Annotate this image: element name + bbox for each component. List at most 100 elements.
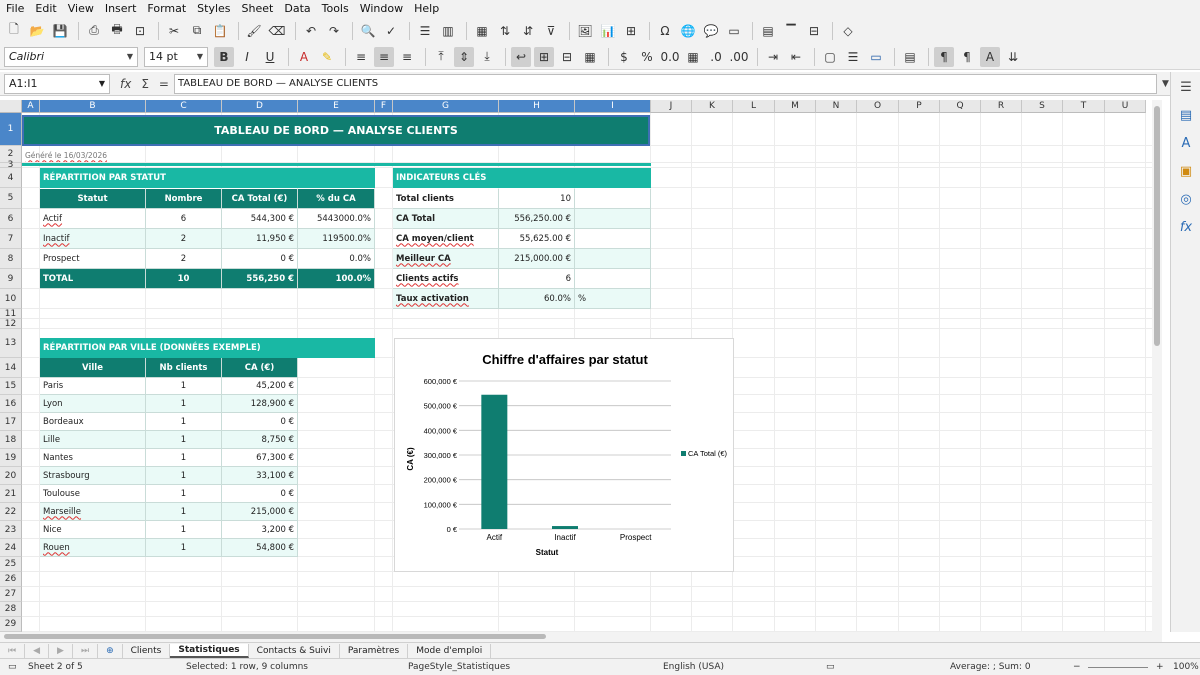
column-header-d[interactable]: D <box>222 100 298 113</box>
column-icon[interactable]: ▥ <box>438 21 458 41</box>
city-header-cell[interactable]: CA (€) <box>222 358 298 378</box>
row-header-10[interactable]: 10 <box>0 289 22 309</box>
column-header-a[interactable]: A <box>22 100 40 113</box>
clone-formatting-icon[interactable]: 🖌 <box>244 21 264 41</box>
city-cell[interactable]: 128,900 € <box>222 395 298 413</box>
revenue-chart[interactable]: Chiffre d'affaires par statut 0 € 100,000 … <box>394 338 734 572</box>
status-total-cell[interactable]: 100.0% <box>298 269 375 289</box>
city-cell[interactable]: 1 <box>146 521 222 539</box>
status-cell[interactable]: 544,300 € <box>222 209 298 229</box>
page-style[interactable]: PageStyle_Statistiques <box>408 662 510 672</box>
status-total-cell[interactable]: TOTAL <box>40 269 146 289</box>
city-header-cell[interactable]: Ville <box>40 358 146 378</box>
row-header-14[interactable]: 14 <box>0 358 22 378</box>
merge-center-icon[interactable]: ⊞ <box>534 46 554 67</box>
save-icon[interactable]: 💾 <box>50 21 70 41</box>
menu-item-styles[interactable]: Styles <box>192 2 235 15</box>
row-header-19[interactable]: 19 <box>0 449 22 467</box>
row-header-17[interactable]: 17 <box>0 413 22 431</box>
city-cell[interactable]: 1 <box>146 467 222 485</box>
status-cell[interactable]: 5443000.0% <box>298 209 375 229</box>
align-center-icon[interactable]: ≡ <box>374 46 394 67</box>
insert-image-icon[interactable]: 🖼 <box>575 21 595 41</box>
kpi-cell[interactable]: Meilleur CA <box>393 249 499 269</box>
last-sheet-icon[interactable]: ⏭ <box>73 643 99 658</box>
delete-decimal-icon[interactable]: .00 <box>729 47 749 67</box>
horizontal-scroll-thumb[interactable] <box>4 634 546 639</box>
print-preview-icon[interactable]: ⊡ <box>130 21 150 41</box>
row-header-1[interactable]: 1 <box>0 113 22 146</box>
text-vertical-icon[interactable]: A <box>980 46 1000 67</box>
kpi-cell[interactable] <box>575 269 651 289</box>
city-cell[interactable]: 8,750 € <box>222 431 298 449</box>
text-vertical-rtl-icon[interactable]: ⇊ <box>1003 47 1023 67</box>
city-cell[interactable]: Bordeaux <box>40 413 146 431</box>
column-header-o[interactable]: O <box>857 100 899 113</box>
percent-format-icon[interactable]: % <box>637 47 657 67</box>
column-header-j[interactable]: J <box>651 100 692 113</box>
spelling-icon[interactable]: ✓ <box>381 21 401 41</box>
column-header-h[interactable]: H <box>499 100 575 113</box>
row-header-26[interactable]: 26 <box>0 572 22 587</box>
row-header-13[interactable]: 13 <box>0 329 22 358</box>
kpi-cell[interactable]: CA moyen/client <box>393 229 499 249</box>
kpi-cell[interactable]: 10 <box>499 189 575 209</box>
status-cell[interactable]: 0.0% <box>298 249 375 269</box>
sheet-tab-3[interactable]: Paramètres <box>340 643 409 658</box>
status-cell[interactable]: 11,950 € <box>222 229 298 249</box>
wrap-text-icon[interactable]: ↩ <box>511 46 531 67</box>
borders-icon[interactable]: ▢ <box>820 47 840 67</box>
kpi-cell[interactable]: 556,250.00 € <box>499 209 575 229</box>
city-cell[interactable]: 1 <box>146 413 222 431</box>
row-header-11[interactable]: 11 <box>0 309 22 319</box>
merge-cells-icon[interactable]: ▦ <box>580 47 600 67</box>
column-header-n[interactable]: N <box>816 100 857 113</box>
chevron-down-icon[interactable]: ▼ <box>197 52 203 61</box>
row-header-27[interactable]: 27 <box>0 587 22 602</box>
currency-format-icon[interactable]: $ <box>614 47 634 67</box>
sort-ascending-icon[interactable]: ⇅ <box>495 21 515 41</box>
status-total-cell[interactable]: 10 <box>146 269 222 289</box>
draw-shapes-icon[interactable]: ◇ <box>838 21 858 41</box>
column-header-p[interactable]: P <box>899 100 940 113</box>
vertical-scrollbar[interactable] <box>1152 100 1162 632</box>
export-pdf-icon[interactable]: ⎙ <box>84 21 104 41</box>
city-cell[interactable]: 0 € <box>222 413 298 431</box>
navigator-icon[interactable]: ◎ <box>1177 190 1195 208</box>
row-icon[interactable]: ☰ <box>415 21 435 41</box>
insert-pivot-icon[interactable]: ⊞ <box>621 21 641 41</box>
column-header-e[interactable]: E <box>298 100 375 113</box>
status-total-cell[interactable]: 556,250 € <box>222 269 298 289</box>
function-wizard-icon[interactable]: fx <box>120 77 131 91</box>
column-header-t[interactable]: T <box>1063 100 1105 113</box>
kpi-cell[interactable] <box>575 209 651 229</box>
align-right-icon[interactable]: ≡ <box>397 47 417 67</box>
previous-sheet-icon[interactable]: ◀ <box>25 643 50 658</box>
menu-item-file[interactable]: File <box>1 2 29 15</box>
formula-input[interactable]: TABLEAU DE BORD — ANALYSE CLIENTS <box>173 73 1157 94</box>
menu-item-tools[interactable]: Tools <box>317 2 354 15</box>
menu-icon[interactable]: ☰ <box>1177 78 1195 96</box>
kpi-cell[interactable]: CA Total <box>393 209 499 229</box>
name-box[interactable]: A1:I1 ▼ <box>4 73 110 94</box>
menu-item-insert[interactable]: Insert <box>100 2 142 15</box>
sheet-tab-2[interactable]: Contacts & Suivi <box>249 643 340 658</box>
row-header-16[interactable]: 16 <box>0 395 22 413</box>
status-header-cell[interactable]: CA Total (€) <box>222 189 298 209</box>
city-cell[interactable]: 67,300 € <box>222 449 298 467</box>
select-all-corner[interactable] <box>0 100 22 113</box>
kpi-cell[interactable]: 60.0% <box>499 289 575 309</box>
gallery-icon[interactable]: ▣ <box>1177 162 1195 180</box>
find-replace-icon[interactable]: 🔍 <box>358 21 378 41</box>
column-header-b[interactable]: B <box>40 100 146 113</box>
column-header-s[interactable]: S <box>1022 100 1063 113</box>
column-header-f[interactable]: F <box>375 100 393 113</box>
city-cell[interactable]: Toulouse <box>40 485 146 503</box>
paste-icon[interactable]: 📋 <box>210 21 230 41</box>
next-sheet-icon[interactable]: ▶ <box>49 643 73 658</box>
city-cell[interactable]: Lille <box>40 431 146 449</box>
special-character-icon[interactable]: Ω <box>655 21 675 41</box>
row-header-28[interactable]: 28 <box>0 602 22 617</box>
zoom-slider[interactable] <box>1088 667 1148 668</box>
align-bottom-icon[interactable]: ⤓ <box>477 47 497 67</box>
